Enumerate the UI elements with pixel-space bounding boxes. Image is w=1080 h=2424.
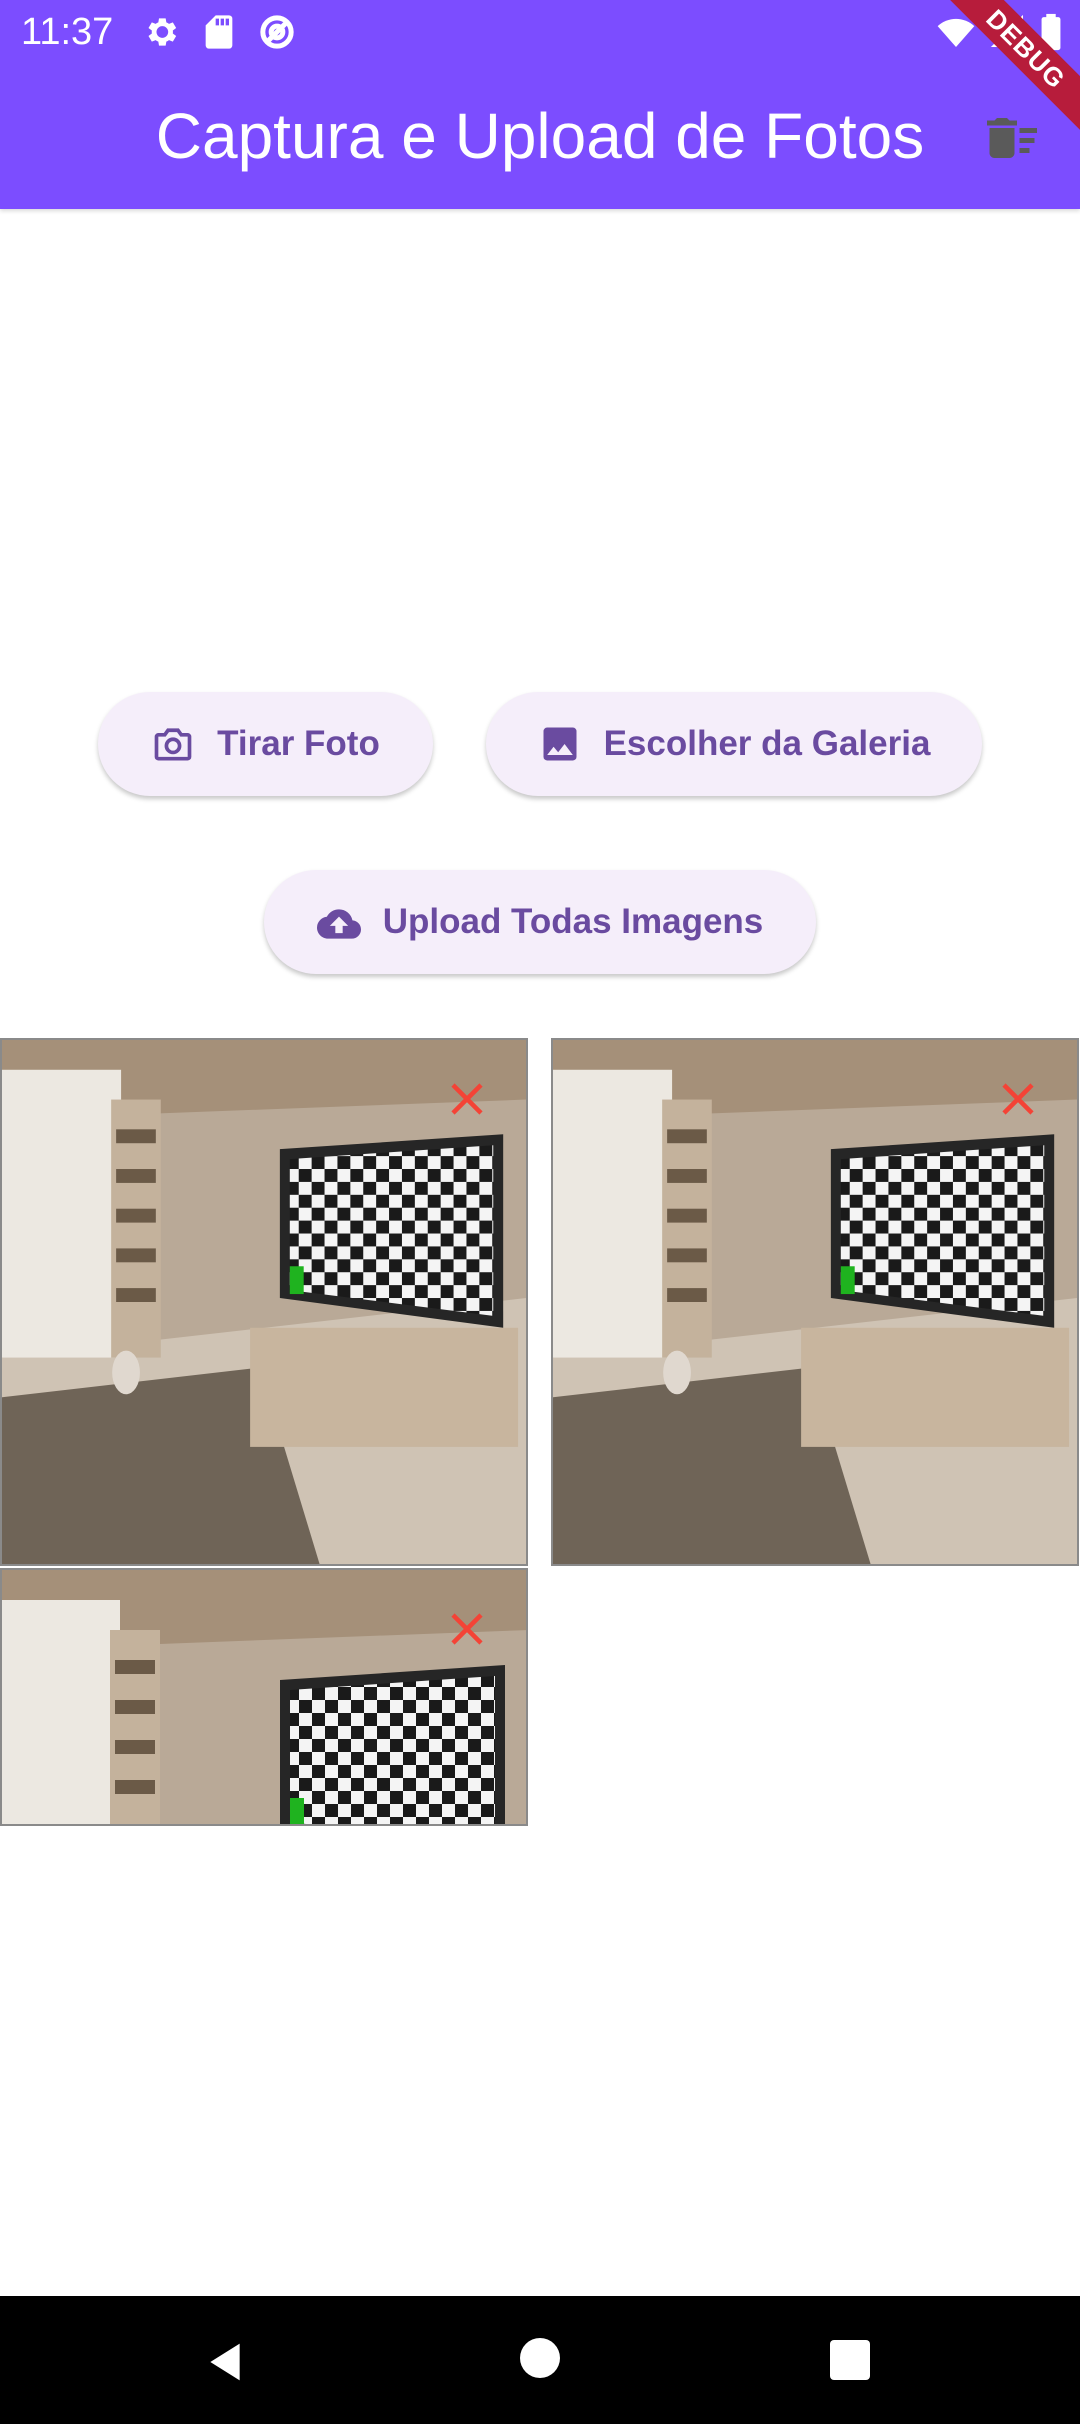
status-time: 11:37 [21,11,114,53]
vpn-icon [257,12,297,52]
back-icon[interactable] [203,2340,247,2384]
delete-all-button[interactable] [980,106,1044,170]
app-screen: 11:37 Captura e Upload de Fotos DEBUG Ti… [0,0,1080,2424]
delete-sweep-icon [987,118,1037,158]
close-icon[interactable] [446,1078,488,1120]
home-icon[interactable] [520,2338,560,2378]
image-thumbnail [551,1038,1079,1566]
image-thumbnail [0,1568,528,1826]
choose-gallery-label: Escolher da Galeria [603,724,931,763]
upload-all-button[interactable]: Upload Todas Imagens [264,870,816,974]
navigation-bar [0,2296,1080,2424]
take-photo-label: Tirar Foto [217,724,380,763]
page-title: Captura e Upload de Fotos [155,100,925,172]
camera-icon [151,722,195,766]
upload-all-label: Upload Todas Imagens [382,902,764,941]
image-icon [538,722,582,766]
take-photo-button[interactable]: Tirar Foto [98,692,433,796]
recents-icon[interactable] [830,2340,870,2380]
cloud-upload-icon [316,900,361,944]
sd-card-icon [199,12,239,52]
app-bar: 11:37 Captura e Upload de Fotos DEBUG [0,0,1080,209]
status-icons-left [141,12,297,52]
choose-gallery-button[interactable]: Escolher da Galeria [486,692,982,796]
close-icon[interactable] [446,1608,488,1650]
close-icon[interactable] [997,1078,1039,1120]
settings-icon [141,12,181,52]
image-thumbnail [0,1038,528,1566]
